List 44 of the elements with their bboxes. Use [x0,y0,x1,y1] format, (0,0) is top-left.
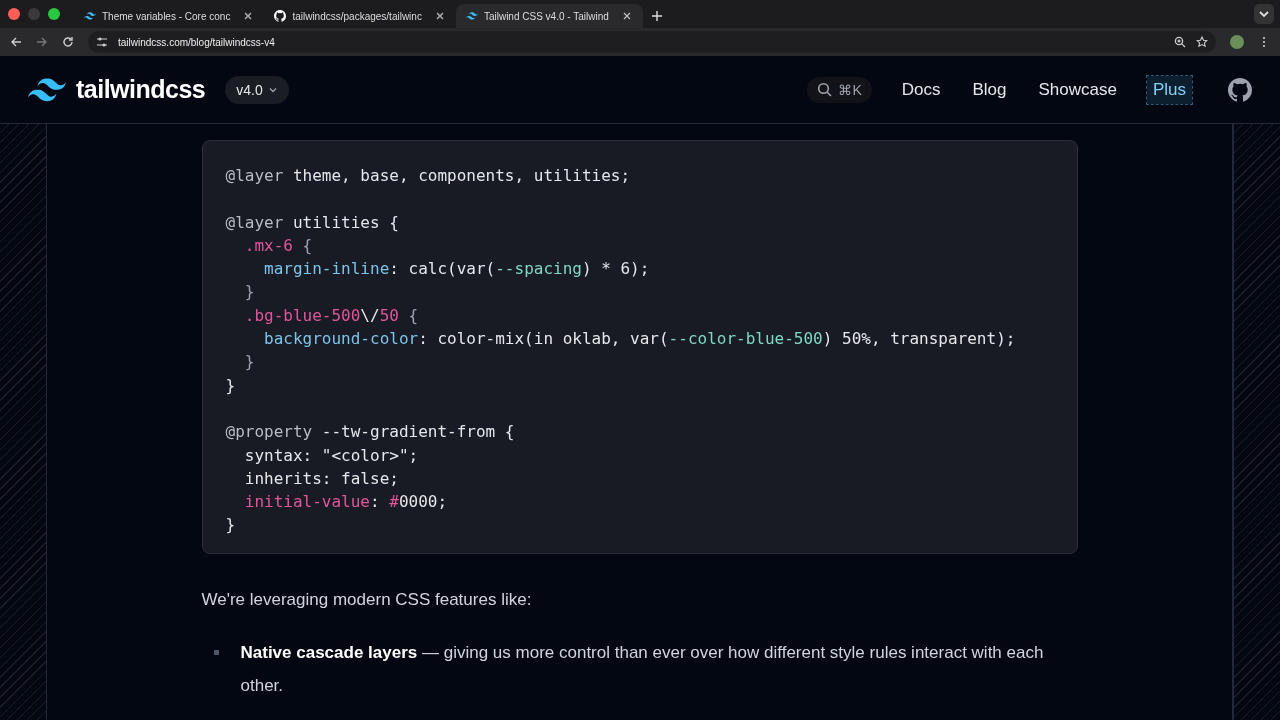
code-line: .bg-blue-500\/50 { [243,304,420,327]
site-logo-text[interactable]: tailwindcss [76,75,206,104]
wave-logo-icon [465,10,478,22]
code-line: } [243,351,256,374]
search-icon [817,82,833,97]
browser-tab[interactable]: Tailwind CSS v4.0 - Tailwind [455,4,643,28]
new-tab-icon[interactable] [650,10,663,22]
browser-tab[interactable]: tailwindcss/packages/tailwinc [264,4,456,28]
paragraph: We're leveraging modern CSS features like: [201,589,533,610]
version-dropdown[interactable]: v4.0 [225,75,289,104]
reload-icon[interactable] [62,36,74,48]
code-line: @layer utilities { [225,211,400,234]
wave-logo-icon [28,77,66,102]
profile-avatar[interactable] [1230,35,1244,49]
sliders-icon[interactable] [96,36,108,48]
github-icon [274,10,287,22]
browser-tab[interactable]: Theme variables - Core conc [74,4,265,28]
list-item-text: Native cascade layers — giving us more control than ever over how different style rules interact with each other. [240,641,1045,697]
search-button[interactable]: ⌘K [807,76,872,103]
code-line: inherits: false; [243,467,400,490]
forward-icon[interactable] [36,36,48,48]
address-bar[interactable]: tailwindcss.com/blog/tailwindcss-v4 [88,31,1216,53]
wave-logo-icon [84,10,96,22]
nav-link[interactable]: Showcase [1036,75,1119,104]
close-window-button[interactable] [8,8,20,20]
back-icon[interactable] [10,36,22,48]
code-line: .mx-6 { [243,234,314,257]
nav-link[interactable]: Blog [970,75,1009,104]
code-line: initial-value: #0000; [243,491,449,514]
nav-link[interactable]: Docs [899,75,943,104]
code-line: background-color: color-mix(in oklab, var(--color-blue-500) 50%, transparent); [263,328,1017,351]
code-line: syntax: "<color>"; [243,444,420,467]
code-line: margin-inline: calc(var(--spacing) * 6); [263,258,651,281]
zoom-icon[interactable] [1174,36,1186,48]
code-line: } [243,281,256,304]
star-icon[interactable] [1196,36,1208,48]
maximize-window-button[interactable] [48,8,60,20]
code-line: } [225,374,237,397]
code-line: @property --tw-gradient-from { [225,421,516,444]
github-icon [1228,77,1252,102]
bullet-icon [213,649,219,655]
code-line: @layer theme, base, components, utilities; [225,165,632,187]
chevron-down-icon[interactable] [1254,4,1274,24]
code-line: } [225,514,237,537]
